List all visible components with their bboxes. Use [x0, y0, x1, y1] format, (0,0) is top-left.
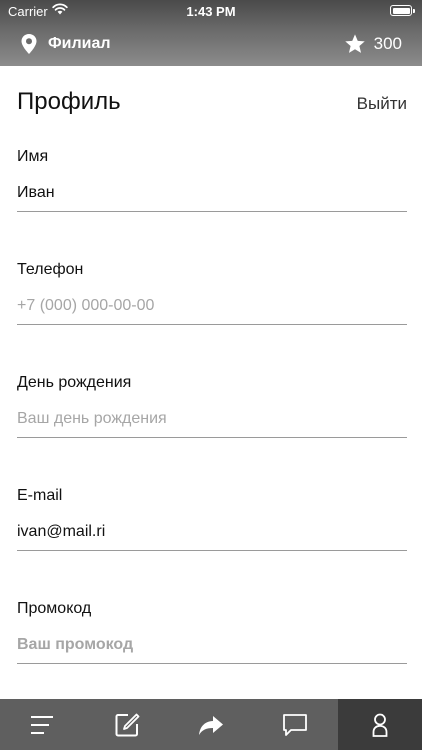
phone-input[interactable]	[17, 295, 407, 317]
logout-button[interactable]: Выйти	[357, 94, 407, 114]
branch-selector[interactable]: Филиал	[20, 32, 111, 56]
phone-field: Телефон	[17, 261, 407, 351]
email-input[interactable]	[17, 521, 407, 543]
phone-label: Телефон	[17, 261, 84, 278]
birthday-input[interactable]	[17, 408, 407, 430]
battery-icon	[390, 5, 415, 16]
name-input[interactable]	[17, 182, 407, 204]
status-bar: Carrier 1:43 PM	[0, 0, 422, 22]
share-icon	[198, 715, 223, 735]
star-icon	[344, 34, 365, 53]
profile-icon	[372, 713, 388, 737]
name-label: Имя	[17, 148, 49, 165]
tab-menu[interactable]	[0, 699, 84, 750]
location-pin-icon	[21, 34, 37, 54]
email-field: E-mail	[17, 487, 407, 577]
chat-icon	[283, 713, 308, 736]
email-label: E-mail	[17, 487, 63, 504]
phone-divider	[17, 324, 407, 325]
name-divider	[17, 211, 407, 212]
edit-icon	[115, 713, 139, 736]
promo-divider	[17, 663, 407, 664]
name-field: Имя	[17, 148, 407, 238]
promo-field: Промокод	[17, 600, 407, 690]
points-badge[interactable]: 300	[344, 32, 402, 56]
top-bar: Carrier 1:43 PM Филиал 300	[0, 0, 422, 66]
birthday-field: День рождения	[17, 374, 407, 464]
tab-profile[interactable]	[337, 699, 422, 750]
branch-label: Филиал	[48, 35, 111, 52]
page-title: Профиль	[17, 88, 121, 115]
email-divider	[17, 550, 407, 551]
tab-bar	[0, 699, 422, 750]
tab-edit[interactable]	[84, 699, 168, 750]
promo-label: Промокод	[17, 600, 92, 617]
promo-input[interactable]	[17, 634, 407, 656]
tab-chat[interactable]	[253, 699, 337, 750]
birthday-label: День рождения	[17, 374, 132, 391]
birthday-divider	[17, 437, 407, 438]
menu-icon	[31, 715, 54, 734]
profile-header: Профиль Выйти	[17, 88, 407, 120]
status-time: 1:43 PM	[186, 4, 236, 19]
points-value: 300	[373, 34, 402, 53]
tab-share[interactable]	[169, 699, 253, 750]
